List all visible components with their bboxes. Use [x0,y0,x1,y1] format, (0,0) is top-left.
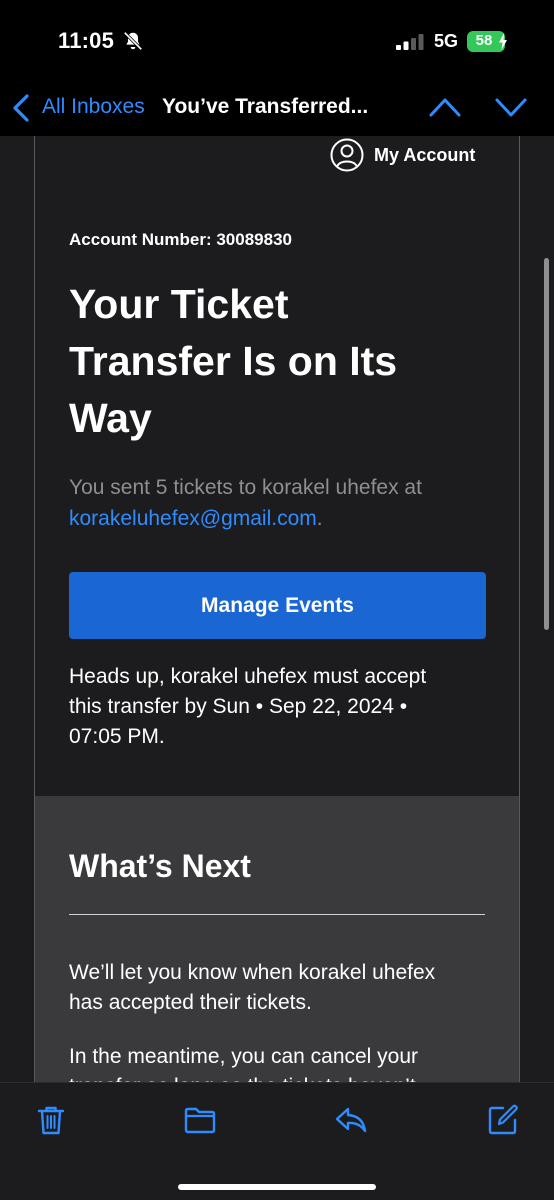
email-body[interactable]: My Account Account Number: 30089830 Your… [0,136,554,1082]
section-divider [69,914,485,915]
mail-toolbar [0,1082,554,1200]
headsup-line: 07:05 PM. [69,725,165,748]
next-message-icon[interactable] [494,94,528,120]
my-account-label: My Account [374,144,476,165]
recipient-email-link[interactable]: korakeluhefex@gmail.com [69,507,317,530]
whats-next-title: What’s Next [69,848,251,884]
status-time: 11:05 [58,28,115,53]
manage-events-button[interactable]: Manage Events [69,572,486,639]
user-circle-icon [330,138,364,172]
battery-indicator: 58 [467,31,509,52]
paragraph-line: In the meantime, you can cancel your [69,1045,419,1068]
sent-summary: You sent 5 tickets to korakel uhefex at … [69,472,489,534]
battery-percent: 58 [475,32,493,49]
paragraph-line: We’ll let you know when korakel uhefex [69,961,436,984]
scrollbar[interactable] [544,258,549,630]
headsup-line: Heads up, korakel uhefex must accept [69,665,427,688]
headline-line: Way [69,395,152,441]
sent-summary-suffix: . [316,507,323,530]
paragraph-line: transfer as long as the tickets haven’t [69,1072,489,1082]
bell-slash-icon [123,31,143,51]
trash-icon[interactable] [34,1103,68,1137]
message-subject: You’ve Transferred... [162,95,369,118]
headline-line: Your Ticket [69,281,289,327]
charging-bolt-icon [499,33,507,50]
home-indicator[interactable] [178,1184,376,1190]
cancel-paragraph: In the meantime, you can cancel your tra… [69,1042,489,1082]
status-bar: 11:05 5G 58 [0,0,554,80]
headsup-notice: Heads up, korakel uhefex must accept thi… [69,662,489,752]
back-chevron-icon[interactable] [10,93,32,123]
reply-icon[interactable] [334,1103,368,1137]
paragraph-line: has accepted their tickets. [69,991,312,1014]
cellular-signal-icon [396,34,424,50]
sent-summary-text: You sent 5 tickets to korakel uhefex at [69,476,422,499]
headsup-line: this transfer by Sun • Sep 22, 2024 • [69,695,408,718]
whats-next-paragraph: We’ll let you know when korakel uhefex h… [69,958,489,1018]
network-type: 5G [434,31,459,51]
mail-nav-bar: All Inboxes You’ve Transferred... [0,80,554,136]
folder-icon[interactable] [183,1103,217,1137]
email-card: My Account Account Number: 30089830 Your… [34,136,520,1082]
back-to-all-inboxes[interactable]: All Inboxes [42,95,145,119]
email-headline: Your Ticket Transfer Is on Its Way [69,276,489,447]
compose-icon[interactable] [486,1103,520,1137]
whats-next-section: What’s Next We’ll let you know when kora… [35,796,519,1082]
my-account-link[interactable]: My Account [330,138,475,172]
account-number: Account Number: 30089830 [69,230,292,249]
previous-message-icon[interactable] [428,94,462,120]
headline-line: Transfer Is on Its [69,338,398,384]
